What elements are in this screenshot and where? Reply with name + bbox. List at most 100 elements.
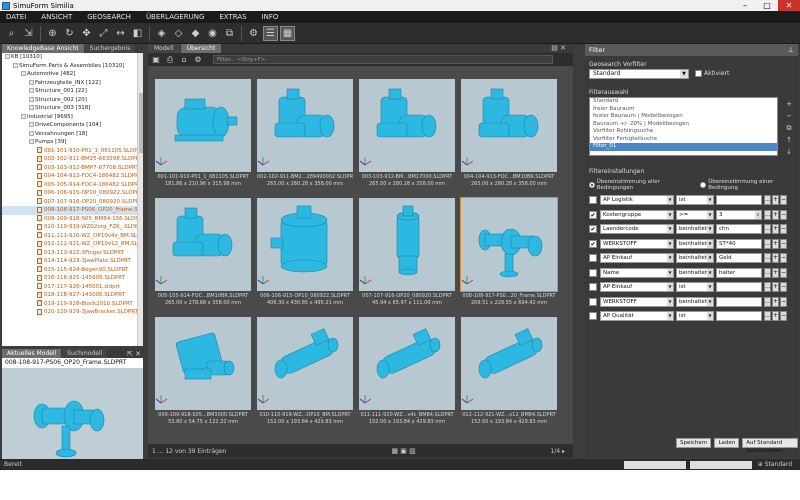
aktiviert-checkbox[interactable] [695,70,702,77]
print-icon[interactable]: ⎙ [165,55,175,65]
tree-file-item[interactable]: 011-111-920-WZ_OP10v4z_BM.SLDPRT [2,232,143,241]
shaded-icon[interactable]: ◆ [188,26,203,41]
remove-condition-button[interactable]: − [780,253,787,263]
settings-icon[interactable]: ⚙ [246,26,261,41]
filter-list-item[interactable]: Filter_01 [590,143,777,151]
condition-checkbox[interactable]: ✔ [589,239,597,248]
expand-icon[interactable] [29,122,34,127]
expand-icon[interactable] [29,139,34,144]
expand-icon[interactable] [13,62,18,68]
result-card[interactable]: 008-108-917-PS0...20_Frame.SLDPRT 209.51 … [460,197,558,311]
kb-tree[interactable]: KB [10310] SimuForm Parts & Assemblies [1… [2,53,143,346]
remove-condition-button[interactable]: − [780,224,787,234]
pin-icon[interactable]: ⇱ ✕ [127,350,143,358]
add-condition-button[interactable]: + [772,282,779,292]
move-up-icon[interactable]: ↑ [784,136,794,148]
pan-icon[interactable]: ✥ [79,26,94,41]
open-search-icon[interactable]: ⌕ [4,26,19,41]
filter-list[interactable]: Standard freier Bauraum fester Bauraum | M… [589,97,778,156]
add-condition-button[interactable]: + [772,267,779,278]
measure-icon[interactable]: ↔ [113,26,128,41]
expand-icon[interactable] [5,54,10,59]
remove-condition-button[interactable]: − [780,238,787,249]
result-card[interactable]: 002-102-911-BM2...289490002.SLDPRT 265.00… [257,79,353,192]
filter-input[interactable]: Filter... <Strg+F> [213,55,553,64]
filter-list-item[interactable]: fester Bauraum | Modellbezogen [590,113,777,121]
condition-value[interactable]: chn [716,224,762,234]
ellipsis-button[interactable]: … [764,311,771,321]
menu-extras[interactable]: EXTRAS [219,13,246,21]
grid-view-icon[interactable]: ▦ [280,25,295,41]
add-condition-button[interactable]: + [772,296,779,307]
add-condition-button[interactable]: + [772,209,779,220]
condition-value[interactable] [716,195,762,205]
condition-value[interactable]: 3 ⇕ [716,209,762,220]
menu-info[interactable]: INFO [262,13,279,21]
remove-filter-icon[interactable]: − [784,112,794,124]
tab-knowledgebase[interactable]: KnowledgeBase Ansicht [2,44,84,53]
tab-modell[interactable]: Modell [148,44,180,53]
condition-operator[interactable]: >= ▼ [676,209,714,220]
filter-list-item[interactable]: Vorfilter Fertigteilsuche [590,136,777,144]
result-card[interactable]: 004-104-913-FOC...BM10BR.SLDPRT 265.00 x … [461,79,557,192]
tree-folder-item[interactable]: KB [10310] [2,53,143,62]
tree-folder-item[interactable]: Verzahnungen [18] [2,130,143,139]
add-condition-button[interactable]: + [772,253,779,263]
save-button[interactable]: Speichern [676,438,712,448]
condition-field[interactable]: AP Einkauf ▼ [600,282,674,292]
rotate-icon[interactable]: ↻ [62,26,77,41]
tree-file-item[interactable]: 014-114-923-3JawPlate.SLDPRT [2,257,143,266]
tree-file-item[interactable]: 001-101-910-P01_1_081105.SLDPRT [2,147,143,156]
tree-file-item[interactable]: 020-120-929-3JawBracket.SLDPRT [2,308,143,317]
expand-icon[interactable] [21,71,26,76]
copy-filter-icon[interactable]: ⧉ [784,124,794,136]
condition-field[interactable]: AP Logistik ▼ [600,195,674,205]
preset-dropdown[interactable]: Standard ▼ [589,69,689,79]
overlay-icon[interactable]: ⧉ [222,26,237,41]
condition-field[interactable]: Name ▼ [600,267,674,278]
filter-list-item[interactable]: Standard [590,98,777,106]
tree-file-item[interactable]: 018-118-927-143006.SLDPRT [2,291,143,300]
radio-all-conditions[interactable] [589,182,595,188]
result-card[interactable]: 009-109-918-S05...BM3000.SLDPRT 53.80 x 5… [155,317,251,430]
load-button[interactable]: Laden [714,438,740,448]
remove-condition-button[interactable]: − [780,209,787,220]
filter-list-item[interactable]: freier Bauraum [590,106,777,114]
result-card[interactable]: 010-110-919-WZ...OP10_BM.SLDPRT 152.00 x … [257,317,353,430]
tab-uebersicht[interactable]: Übersicht [180,44,222,53]
remove-condition-button[interactable]: − [780,311,787,321]
ellipsis-button[interactable]: … [764,238,771,249]
image-view-icon[interactable]: ▣ [151,55,161,65]
filter-list-item[interactable]: Vorfilter Rohlingsuche [590,128,777,136]
expand-icon[interactable] [29,130,34,136]
remove-condition-button[interactable]: − [780,195,787,205]
tree-file-item[interactable]: 003-103-912-BMP7-67708.SLDPRT [2,164,143,173]
condition-checkbox[interactable] [589,312,597,320]
add-filter-icon[interactable]: + [784,100,794,112]
home-icon[interactable]: ⌂ [179,55,189,65]
tree-file-item[interactable]: 015-115-924-Bogen90.SLDPRT [2,266,143,275]
tree-file-item[interactable]: 019-119-928-Block2010.SLDPRT [2,300,143,309]
filter-list-item[interactable]: Bauraum +/- 20% | Modellbezogen [590,121,777,129]
condition-field[interactable]: WERKSTOFF ▼ [600,296,674,307]
ellipsis-button[interactable]: … [764,224,771,234]
tree-file-item[interactable]: 008-108-917-PS06_OP20_Frame.SLDPRT [2,206,143,215]
list-view-icon[interactable]: ☰ [263,25,278,41]
tree-folder-item[interactable]: Fahrzeugteile_INX [122] [2,79,143,88]
panel-menu-icon[interactable]: ▤ ✕ [545,44,572,53]
tree-file-item[interactable]: 002-102-911-BM25-663298.SLDPRT [2,155,143,164]
close-button[interactable]: ✕ [778,0,800,11]
condition-checkbox[interactable]: ✔ [589,225,597,233]
reset-button[interactable]: Auf Standard zurücksetzen [742,438,798,454]
tree-file-item[interactable]: 004-104-913-FOC4-186482.SLDPRT [2,172,143,181]
minimize-button[interactable]: – [734,0,756,11]
condition-operator[interactable]: beinhaltet ▼ [676,267,714,278]
condition-operator[interactable]: ist ▼ [676,195,714,205]
remove-condition-button[interactable]: − [780,296,787,307]
tree-folder-item[interactable]: Automotive [482] [2,70,143,79]
section-icon[interactable]: ◧ [130,26,145,41]
expand-icon[interactable] [29,105,34,110]
menu-geosearch[interactable]: GEOSEARCH [87,13,131,21]
condition-value[interactable] [716,282,762,292]
result-card[interactable]: 006-106-915-OP10_080922.SLDPRT 406.30 x 4… [257,198,353,311]
